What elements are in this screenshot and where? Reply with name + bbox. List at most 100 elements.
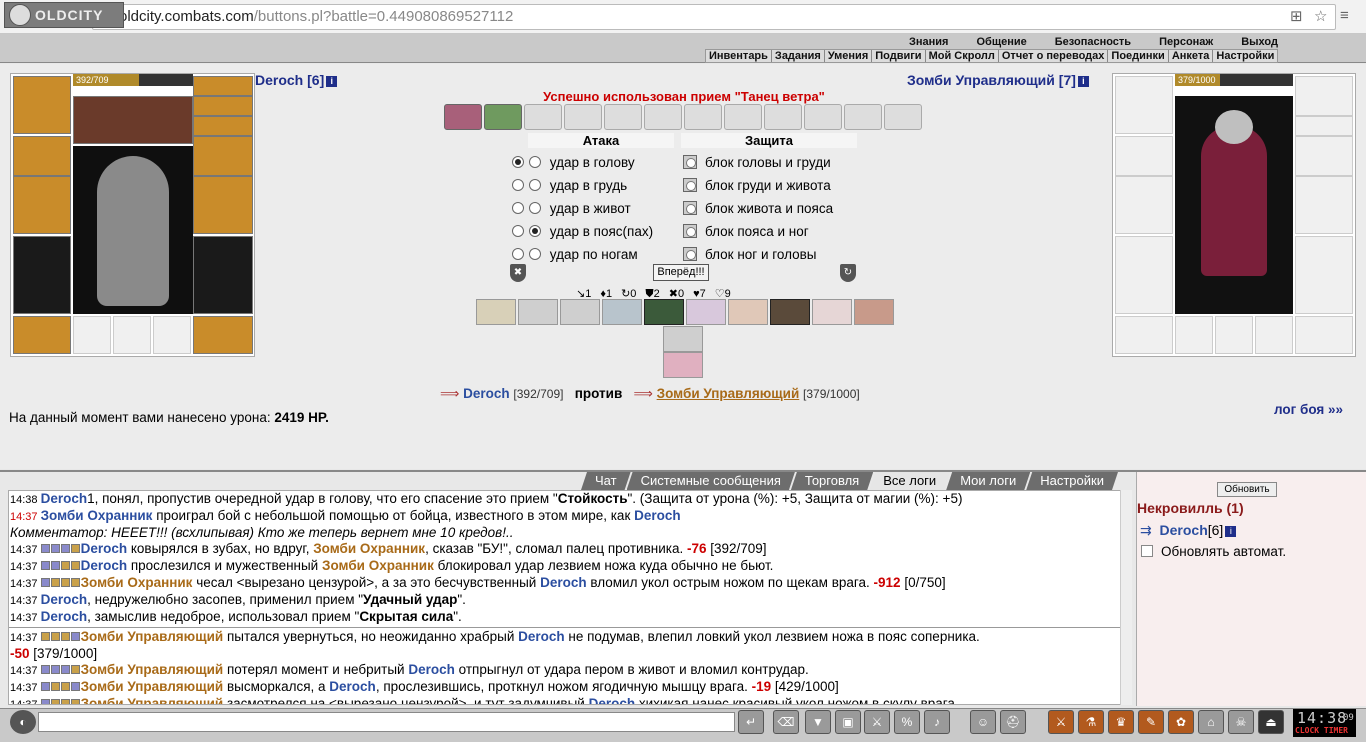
gloves-slot[interactable] (1295, 136, 1353, 176)
bookmark-star-icon[interactable]: ☆ (1314, 7, 1327, 25)
empty-slot[interactable] (1175, 316, 1213, 354)
defense-row-3[interactable]: блок живота и пояса (683, 201, 833, 216)
menu-character[interactable]: Персонаж (1145, 36, 1227, 48)
menu-exit[interactable]: Выход (1227, 36, 1292, 48)
tab-system[interactable]: Системные сообщения (627, 472, 795, 490)
log-player-name[interactable]: Deroch (81, 541, 128, 556)
defense-radio[interactable] (683, 201, 697, 215)
submenu-profile[interactable]: Анкета (1169, 50, 1214, 62)
log-player-name[interactable]: Deroch (634, 508, 681, 523)
submenu-my-scroll[interactable]: Мой Скролл (926, 50, 999, 62)
scroll-slot[interactable] (604, 104, 642, 130)
armor-slot[interactable] (13, 236, 71, 314)
scroll-slot[interactable] (564, 104, 602, 130)
log-player-name[interactable]: Deroch (41, 609, 88, 624)
empty-slot[interactable] (153, 316, 191, 354)
fight-icon[interactable]: ⚔ (864, 710, 890, 734)
technique-icon[interactable] (770, 299, 810, 325)
attack-radio-2[interactable] (529, 179, 541, 191)
attack-radio[interactable] (512, 179, 524, 191)
log-enemy-name[interactable]: Зомби Управляющий (81, 696, 224, 704)
log-player-name[interactable]: Deroch (540, 575, 587, 590)
skull-icon[interactable]: ☠ (1228, 710, 1254, 734)
scroll-slot[interactable] (844, 104, 882, 130)
technique-icon[interactable] (476, 299, 516, 325)
defense-row-2[interactable]: блок груди и живота (683, 178, 831, 193)
attack-radio[interactable] (512, 156, 524, 168)
technique-icon[interactable] (663, 326, 703, 352)
offhand-weapon-slot[interactable] (193, 176, 253, 234)
attack-radio[interactable] (512, 248, 524, 260)
defense-row-4[interactable]: блок пояса и ног (683, 224, 809, 239)
log-enemy-name[interactable]: Зомби Охранник (313, 541, 425, 556)
save-icon[interactable]: ▣ (835, 710, 861, 734)
log-player-name[interactable]: Deroch (41, 592, 88, 607)
tab-all-logs[interactable]: Все логи (869, 472, 950, 490)
info-icon[interactable]: i (1225, 526, 1237, 537)
shop-icon[interactable]: ⌂ (1198, 710, 1224, 734)
technique-icon[interactable] (686, 299, 726, 325)
defense-row-1[interactable]: блок головы и груди (683, 155, 831, 170)
technique-icon[interactable] (518, 299, 558, 325)
enemy-link[interactable]: Зомби Управляющий (657, 386, 800, 401)
log-scrollbar[interactable] (1120, 490, 1132, 705)
attack-row-groin[interactable]: удар в пояс(пах) (512, 224, 653, 239)
submenu-inventory[interactable]: Инвентарь (706, 50, 772, 62)
empty-slot[interactable] (113, 316, 151, 354)
belt-slot[interactable] (13, 316, 71, 354)
used-scroll-slot[interactable] (444, 104, 482, 130)
attack-row-chest[interactable]: удар в грудь (512, 178, 627, 193)
defense-radio[interactable] (683, 155, 697, 169)
info-icon[interactable]: i (1077, 76, 1089, 87)
log-enemy-name[interactable]: Зомби Управляющий (81, 629, 224, 644)
shield-slot[interactable] (1295, 176, 1353, 234)
submenu-duels[interactable]: Поединки (1108, 50, 1169, 62)
log-enemy-name[interactable]: Зомби Управляющий (81, 662, 224, 677)
empty-slot[interactable] (1255, 316, 1293, 354)
menu-communication[interactable]: Общение (962, 36, 1040, 48)
address-bar[interactable]: ▯ oldcity.combats.com/buttons.pl?battle=… (92, 4, 1336, 30)
defense-radio[interactable] (683, 247, 697, 261)
log-enemy-name[interactable]: Зомби Охранник (322, 558, 434, 573)
stats-icon[interactable]: % (894, 710, 920, 734)
log-player-name[interactable]: Deroch (329, 679, 376, 694)
helmet-slot[interactable] (1115, 76, 1173, 134)
menu-knowledge[interactable]: Знания (895, 36, 962, 48)
helmet-icon[interactable]: ⛑ (1000, 710, 1026, 734)
attack-radio[interactable] (512, 202, 524, 214)
bracer-slot[interactable] (13, 136, 71, 176)
refresh-button[interactable]: Обновить (1217, 482, 1277, 497)
amulet-slot[interactable] (193, 96, 253, 116)
potion-icon[interactable]: ⚗ (1078, 710, 1104, 734)
technique-icon[interactable] (644, 299, 684, 325)
boots-slot[interactable] (193, 316, 253, 354)
scroll-slot[interactable] (884, 104, 922, 130)
empty-slot[interactable] (1215, 316, 1253, 354)
pants-slot[interactable] (1295, 236, 1353, 314)
battle-log-link[interactable]: лог боя »» (1274, 402, 1343, 417)
used-scroll-slot[interactable] (484, 104, 522, 130)
auto-refresh-toggle[interactable]: Обновлять автомат. (1141, 544, 1286, 559)
bracer-slot[interactable] (1115, 136, 1173, 176)
weapon-slot[interactable] (13, 176, 71, 234)
attack-shield-icon[interactable]: ✖ (510, 264, 526, 282)
attack-row-head[interactable]: удар в голову (512, 155, 635, 170)
tab-settings[interactable]: Настройки (1026, 472, 1118, 490)
player-name[interactable]: Deroch [6] i (255, 72, 338, 88)
attack-row-legs[interactable]: удар по ногам (512, 247, 638, 262)
send-icon[interactable]: ↵ (738, 710, 764, 734)
info-icon[interactable]: i (326, 76, 338, 87)
technique-icon[interactable] (812, 299, 852, 325)
scroll-slot[interactable] (644, 104, 682, 130)
sound-icon[interactable]: ♪ (924, 710, 950, 734)
defense-row-5[interactable]: блок ног и головы (683, 247, 817, 262)
technique-icon[interactable] (663, 352, 703, 378)
player-link[interactable]: Deroch (463, 386, 510, 401)
technique-icon[interactable] (854, 299, 894, 325)
log-player-name[interactable]: Deroch (518, 629, 565, 644)
attack-radio-2[interactable] (529, 156, 541, 168)
scroll-slot[interactable] (524, 104, 562, 130)
earring-slot[interactable] (193, 76, 253, 96)
menu-icon[interactable]: ≡ (1340, 7, 1349, 24)
sword-icon[interactable]: ⚔ (1048, 710, 1074, 734)
